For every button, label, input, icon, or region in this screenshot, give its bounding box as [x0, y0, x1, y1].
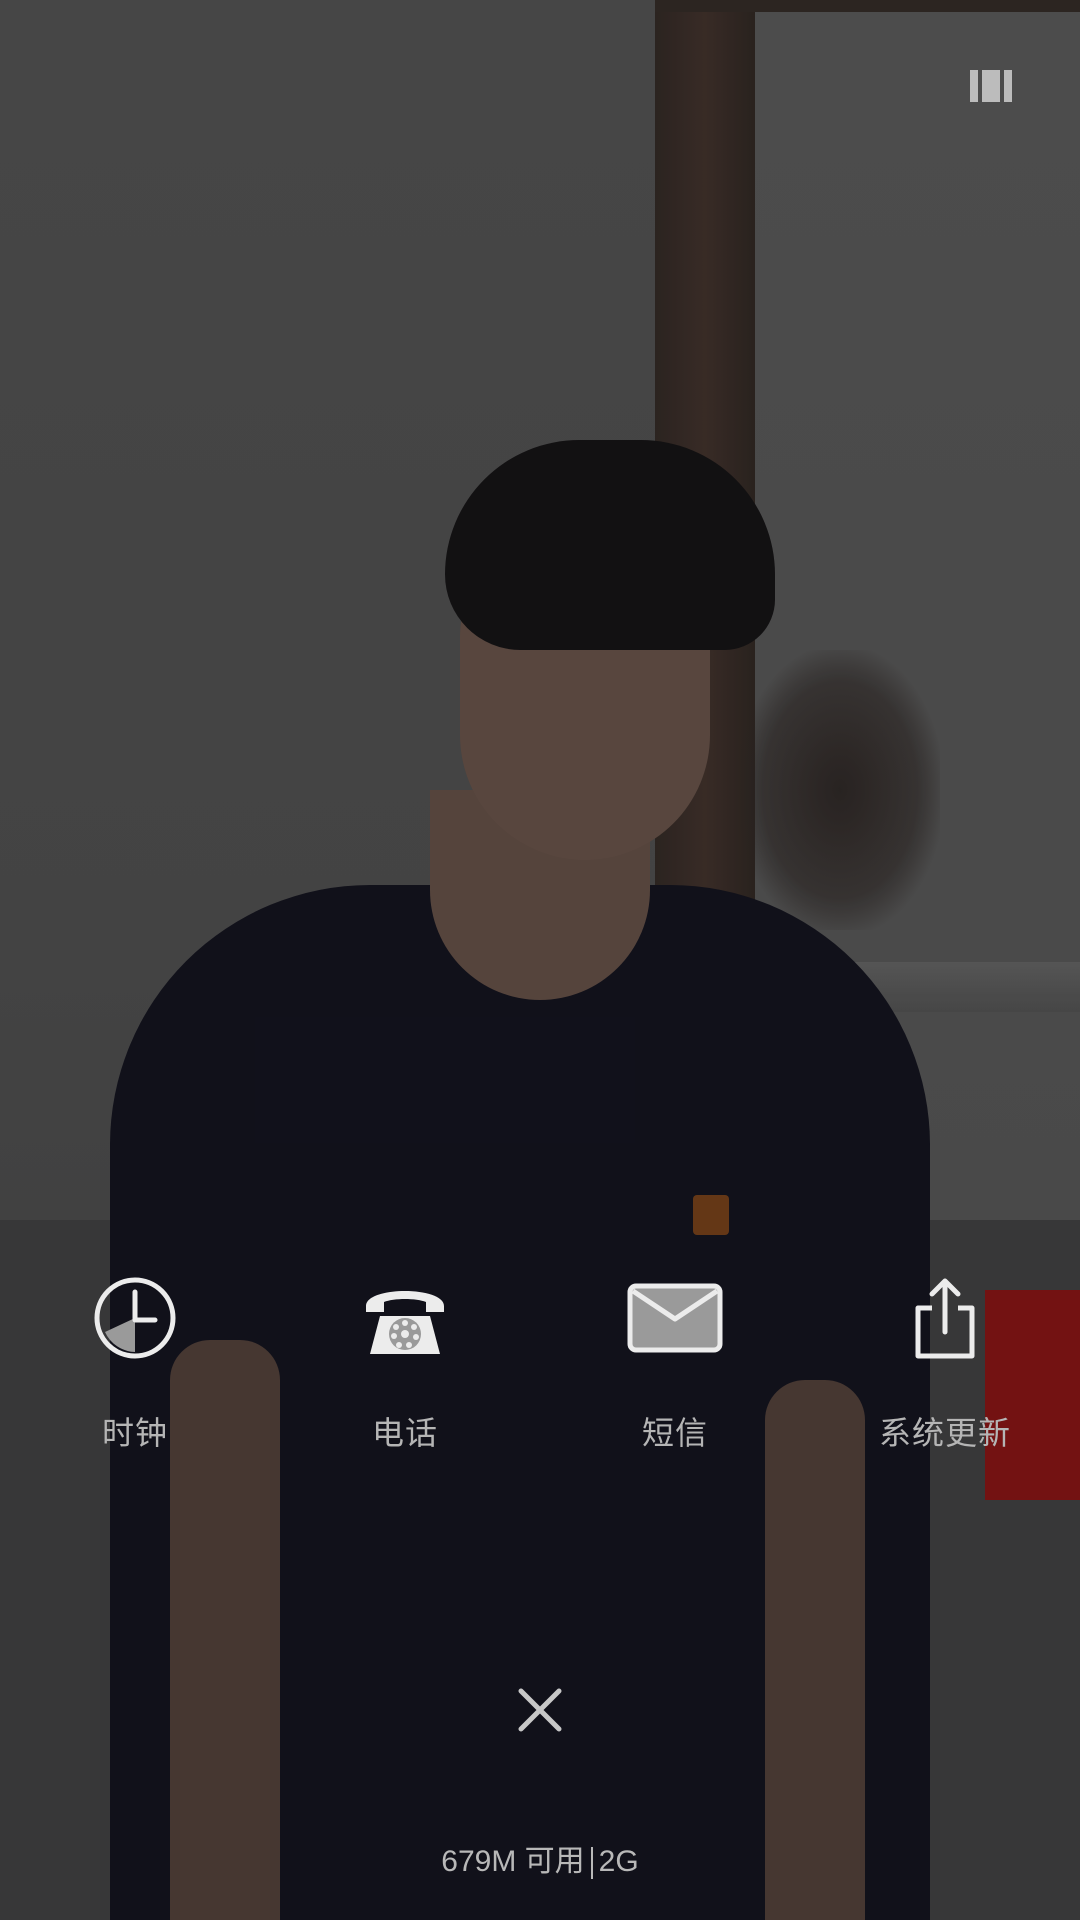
app-label: 系统更新 — [878, 1415, 1011, 1451]
app-label: 电话 — [371, 1415, 438, 1451]
dim-overlay — [0, 0, 1080, 1920]
envelope-icon — [627, 1270, 723, 1366]
app-label: 短信 — [641, 1415, 708, 1451]
view-mode-icon-bar — [970, 70, 978, 102]
telephone-icon — [357, 1270, 453, 1366]
app-phone[interactable]: 电话 — [305, 1270, 505, 1490]
memory-info: 679M 可用 2G — [0, 1836, 1080, 1880]
app-system-update[interactable]: 系统更新 — [845, 1270, 1045, 1490]
share-upload-icon — [897, 1270, 993, 1366]
app-shortcuts: 时钟 电话 短信 系统更新 — [0, 1270, 1080, 1490]
view-mode-icon-bar — [982, 70, 1000, 102]
app-label: 时钟 — [101, 1415, 168, 1451]
app-clock[interactable]: 时钟 — [35, 1270, 235, 1490]
memory-total: 2G — [598, 1845, 639, 1878]
view-mode-icon-bar — [1004, 70, 1012, 102]
app-messages[interactable]: 短信 — [575, 1270, 775, 1490]
close-button[interactable] — [510, 1680, 570, 1740]
clock-icon — [87, 1270, 183, 1366]
recent-apps-screen: 时钟 电话 短信 系统更新 679M 可用 2G — [0, 0, 1080, 1920]
view-mode-icon[interactable] — [970, 70, 1014, 102]
memory-divider — [590, 1847, 593, 1880]
close-icon — [518, 1688, 562, 1732]
memory-available: 679M 可用 — [441, 1845, 585, 1878]
